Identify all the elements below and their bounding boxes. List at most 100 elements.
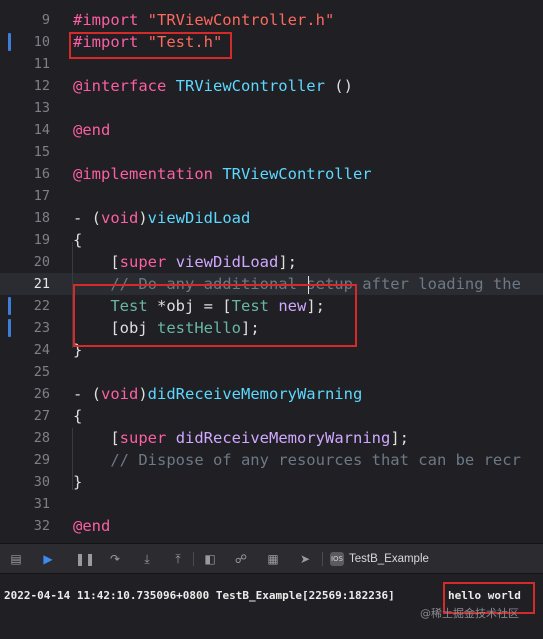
memory-graph-icon[interactable]: ☍ (233, 551, 249, 567)
code-token: void (101, 209, 139, 227)
code-text: } (73, 471, 82, 493)
line-number: 28 (33, 430, 50, 446)
separator (193, 552, 194, 566)
code-line[interactable]: 9 #import "TRViewController.h" (0, 9, 543, 31)
code-line[interactable]: 19 { (0, 229, 543, 251)
code-text: @end (73, 119, 110, 141)
step-into-icon[interactable]: ⤓ (139, 551, 155, 567)
code-text: #import "TRViewController.h" (73, 9, 334, 31)
line-number: 30 (33, 474, 50, 490)
code-text: // Dispose of any resources that can be … (73, 449, 521, 471)
code-line[interactable]: 29 // Dispose of any resources that can … (0, 449, 543, 471)
line-number: 18 (33, 210, 50, 226)
line-number: 26 (33, 386, 50, 402)
console-output[interactable]: 2022-04-14 11:42:10.735096+0800 TestB_Ex… (0, 574, 543, 639)
line-number: 20 (33, 254, 50, 270)
code-text: @implementation TRViewController (73, 163, 372, 185)
highlight-box-code (73, 284, 357, 347)
code-token: { (73, 407, 83, 425)
code-line[interactable]: 17 (0, 185, 543, 207)
line-number: 23 (33, 320, 50, 336)
code-line[interactable]: 12 @interface TRViewController () (0, 75, 543, 97)
line-number: 14 (33, 122, 50, 138)
code-line[interactable]: 26 - (void)didReceiveMemoryWarning (0, 383, 543, 405)
code-token: ]; (278, 253, 298, 271)
line-number: 10 (33, 34, 50, 50)
code-token: @end (73, 517, 111, 535)
code-text: { (73, 229, 82, 251)
change-marker (8, 297, 11, 315)
line-number: 24 (33, 342, 50, 358)
environment-icon[interactable]: ▦ (265, 551, 281, 567)
code-token: void (101, 385, 139, 403)
highlight-box-import (69, 32, 232, 59)
log-prefix: 2022-04-14 11:42:10.735096+0800 TestB_Ex… (4, 589, 395, 602)
code-line[interactable]: 18 - (void)viewDidLoad (0, 207, 543, 229)
code-token: @end (73, 121, 111, 139)
code-token: [ (73, 253, 120, 271)
change-marker (8, 319, 11, 337)
change-marker (8, 33, 11, 51)
line-number: 21 (33, 276, 50, 292)
location-icon[interactable]: ➤ (297, 551, 313, 567)
code-token: } (73, 473, 83, 491)
code-text: [super didReceiveMemoryWarning]; (73, 427, 409, 449)
separator (322, 552, 323, 566)
line-number: 27 (33, 408, 50, 424)
pause-icon[interactable]: ❚❚ (75, 551, 95, 567)
code-line[interactable]: 27 { (0, 405, 543, 427)
code-token: - ( (73, 385, 101, 403)
code-line[interactable]: 32 @end (0, 515, 543, 537)
line-number: 29 (33, 452, 50, 468)
view-hierarchy-icon[interactable]: ◧ (202, 551, 218, 567)
line-number: 17 (33, 188, 50, 204)
fold-guide (72, 428, 73, 490)
line-number: 11 (33, 56, 50, 72)
code-token: didReceiveMemoryWarning (175, 429, 391, 447)
line-number: 16 (33, 166, 50, 182)
code-token: super (119, 253, 167, 271)
line-number: 31 (33, 496, 50, 512)
breakpoint-icon[interactable]: ▶ (40, 551, 56, 567)
code-token: didReceiveMemoryWarning (147, 385, 363, 403)
code-token: ]; (390, 429, 409, 447)
code-text: - (void)didReceiveMemoryWarning (73, 383, 362, 405)
step-out-icon[interactable]: ⤒ (170, 551, 186, 567)
code-text: - (void)viewDidLoad (73, 207, 250, 229)
code-line[interactable]: 31 (0, 493, 543, 515)
code-token: "TRViewController.h" (147, 11, 335, 29)
code-text: { (73, 405, 82, 427)
code-token: ) (138, 209, 148, 227)
code-text: @interface TRViewController () (73, 75, 353, 97)
app-target-icon: IOS (330, 552, 344, 566)
code-token: { (73, 231, 83, 249)
code-text: [super viewDidLoad]; (73, 251, 297, 273)
line-number: 25 (33, 364, 50, 380)
debug-bar: ▤ ▶ ❚❚ ↷ ⤓ ⤒ ◧ ☍ ▦ ➤ IOS TestB_Example (0, 543, 543, 574)
code-line[interactable]: 16 @implementation TRViewController (0, 163, 543, 185)
line-number: 22 (33, 298, 50, 314)
code-token: #import (73, 11, 148, 29)
code-line[interactable]: 30} (0, 471, 543, 493)
code-token: @implementation (73, 165, 223, 183)
code-line[interactable]: 25 (0, 361, 543, 383)
code-line[interactable]: 28 [super didReceiveMemoryWarning]; (0, 427, 543, 449)
target-label[interactable]: TestB_Example (349, 551, 429, 567)
code-editor[interactable]: 9 #import "TRViewController.h" 10 #import "… (0, 0, 543, 543)
code-token: TRViewController (222, 165, 372, 183)
code-token: @interface (73, 77, 176, 95)
code-token: viewDidLoad (147, 209, 251, 227)
code-token: // Dispose of any resources that can be … (73, 451, 521, 469)
code-line[interactable]: 20 [super viewDidLoad]; (0, 251, 543, 273)
code-line[interactable]: 15 (0, 141, 543, 163)
code-line[interactable]: 14 @end (0, 119, 543, 141)
code-text: @end (73, 515, 110, 537)
step-over-icon[interactable]: ↷ (107, 551, 123, 567)
code-line[interactable]: 13 (0, 97, 543, 119)
console-toggle-icon[interactable]: ▤ (8, 551, 24, 567)
line-number: 19 (33, 232, 50, 248)
code-token: () (324, 77, 353, 95)
line-number: 12 (33, 78, 50, 94)
